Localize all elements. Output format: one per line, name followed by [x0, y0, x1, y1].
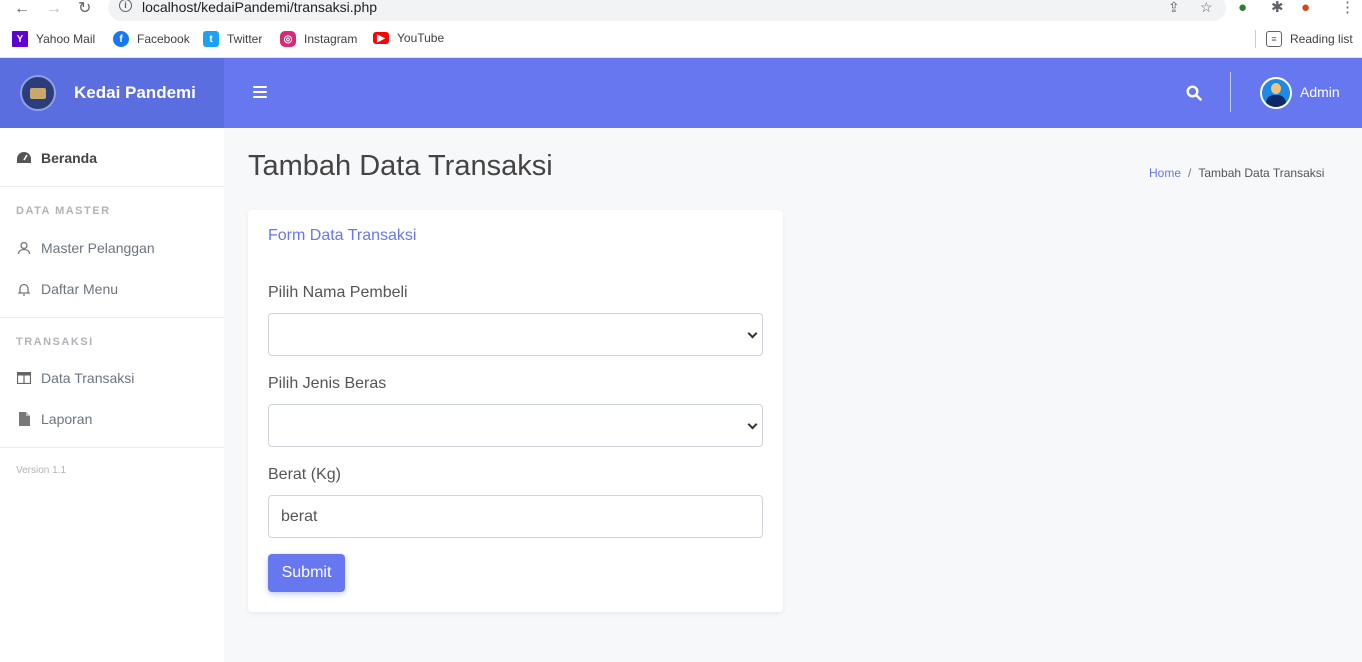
bookmark-twitter[interactable]: t Twitter: [203, 31, 262, 47]
sidebar-item-beranda[interactable]: Beranda: [16, 150, 97, 166]
sidebar-item-data-transaksi[interactable]: Data Transaksi: [16, 370, 134, 386]
user-icon: [16, 240, 32, 256]
breadcrumb-home-link[interactable]: Home: [1149, 166, 1181, 180]
breadcrumb-separator: /: [1188, 166, 1192, 180]
rice-type-select[interactable]: [268, 404, 763, 447]
bookmarks-bar: Y Yahoo Mail f Facebook t Twitter ◎ Inst…: [0, 21, 1362, 58]
file-icon: [16, 411, 32, 427]
form-title: Form Data Transaksi: [268, 227, 417, 244]
site-info-icon[interactable]: i: [119, 0, 132, 12]
submit-button[interactable]: Submit: [268, 554, 345, 592]
sidebar-divider: [0, 317, 224, 318]
bookmark-instagram[interactable]: ◎ Instagram: [280, 31, 357, 47]
youtube-icon: ▶: [373, 32, 389, 44]
bookmark-youtube[interactable]: ▶ YouTube: [373, 31, 444, 45]
sidebar-divider: [0, 186, 224, 187]
breadcrumb-current: Tambah Data Transaksi: [1198, 166, 1325, 180]
back-icon[interactable]: ←: [14, 0, 30, 17]
bell-icon: [16, 281, 32, 297]
sidebar-divider: [0, 447, 224, 448]
page-title: Tambah Data Transaksi: [248, 150, 553, 182]
dashboard-gauge-icon: [16, 150, 32, 166]
yahoo-icon: Y: [12, 31, 28, 47]
sidebar-item-laporan[interactable]: Laporan: [16, 411, 92, 427]
bookmark-yahoo-mail[interactable]: Y Yahoo Mail: [12, 31, 95, 47]
address-bar[interactable]: i localhost/kedaiPandemi/transaksi.php ⇪…: [108, 0, 1226, 21]
twitter-icon: t: [203, 31, 219, 47]
table-columns-icon: [16, 370, 32, 386]
topbar-divider: [1230, 72, 1231, 112]
extensions-puzzle-icon[interactable]: ✱: [1271, 0, 1284, 16]
version-label: Version 1.1: [16, 465, 67, 476]
sidebar-section-transaksi: TRANSAKSI: [16, 336, 94, 348]
sidebar-item-master-pelanggan[interactable]: Master Pelanggan: [16, 240, 155, 256]
buyer-label: Pilih Nama Pembeli: [268, 284, 408, 301]
buyer-select[interactable]: [268, 313, 763, 356]
breadcrumb: Home / Tambah Data Transaksi: [1149, 166, 1324, 180]
menu-dots-icon[interactable]: ⋮: [1340, 0, 1355, 16]
facebook-icon: f: [113, 31, 129, 47]
search-icon[interactable]: [1186, 85, 1202, 101]
bookmark-star-icon[interactable]: ☆: [1200, 0, 1213, 16]
form-card: Form Data Transaksi Pilih Nama Pembeli P…: [248, 210, 783, 612]
brand-area[interactable]: Kedai Pandemi: [0, 58, 224, 128]
reload-icon[interactable]: ↻: [78, 0, 91, 17]
topbar: Admin: [224, 58, 1362, 128]
avatar[interactable]: [1260, 77, 1292, 109]
reading-list-button[interactable]: ≡ Reading list: [1266, 31, 1353, 47]
extension-globe-icon[interactable]: ●: [1238, 0, 1247, 16]
reading-list-icon: ≡: [1266, 31, 1282, 47]
user-name[interactable]: Admin: [1300, 84, 1340, 100]
bookmarks-divider: [1255, 30, 1256, 48]
brand-logo: [20, 75, 56, 111]
instagram-icon: ◎: [280, 31, 296, 47]
rice-type-label: Pilih Jenis Beras: [268, 375, 387, 392]
menu-toggle-icon[interactable]: [253, 86, 267, 101]
sidebar-section-data-master: DATA MASTER: [16, 205, 111, 217]
chevron-down-icon: [747, 328, 758, 339]
weight-label: Berat (Kg): [268, 466, 341, 483]
brand-name: Kedai Pandemi: [74, 83, 196, 102]
sidebar: Beranda DATA MASTER Master Pelanggan Daf…: [0, 128, 224, 662]
chevron-down-icon: [747, 419, 758, 430]
forward-icon[interactable]: →: [46, 0, 62, 17]
bookmark-facebook[interactable]: f Facebook: [113, 31, 190, 47]
browser-toolbar: ← → ↻ i localhost/kedaiPandemi/transaksi…: [0, 0, 1362, 21]
sidebar-item-daftar-menu[interactable]: Daftar Menu: [16, 281, 118, 297]
url-text: localhost/kedaiPandemi/transaksi.php: [142, 0, 378, 15]
share-icon[interactable]: ⇪: [1168, 0, 1180, 16]
profile-icon[interactable]: ●: [1301, 0, 1310, 16]
weight-input[interactable]: [268, 495, 763, 538]
